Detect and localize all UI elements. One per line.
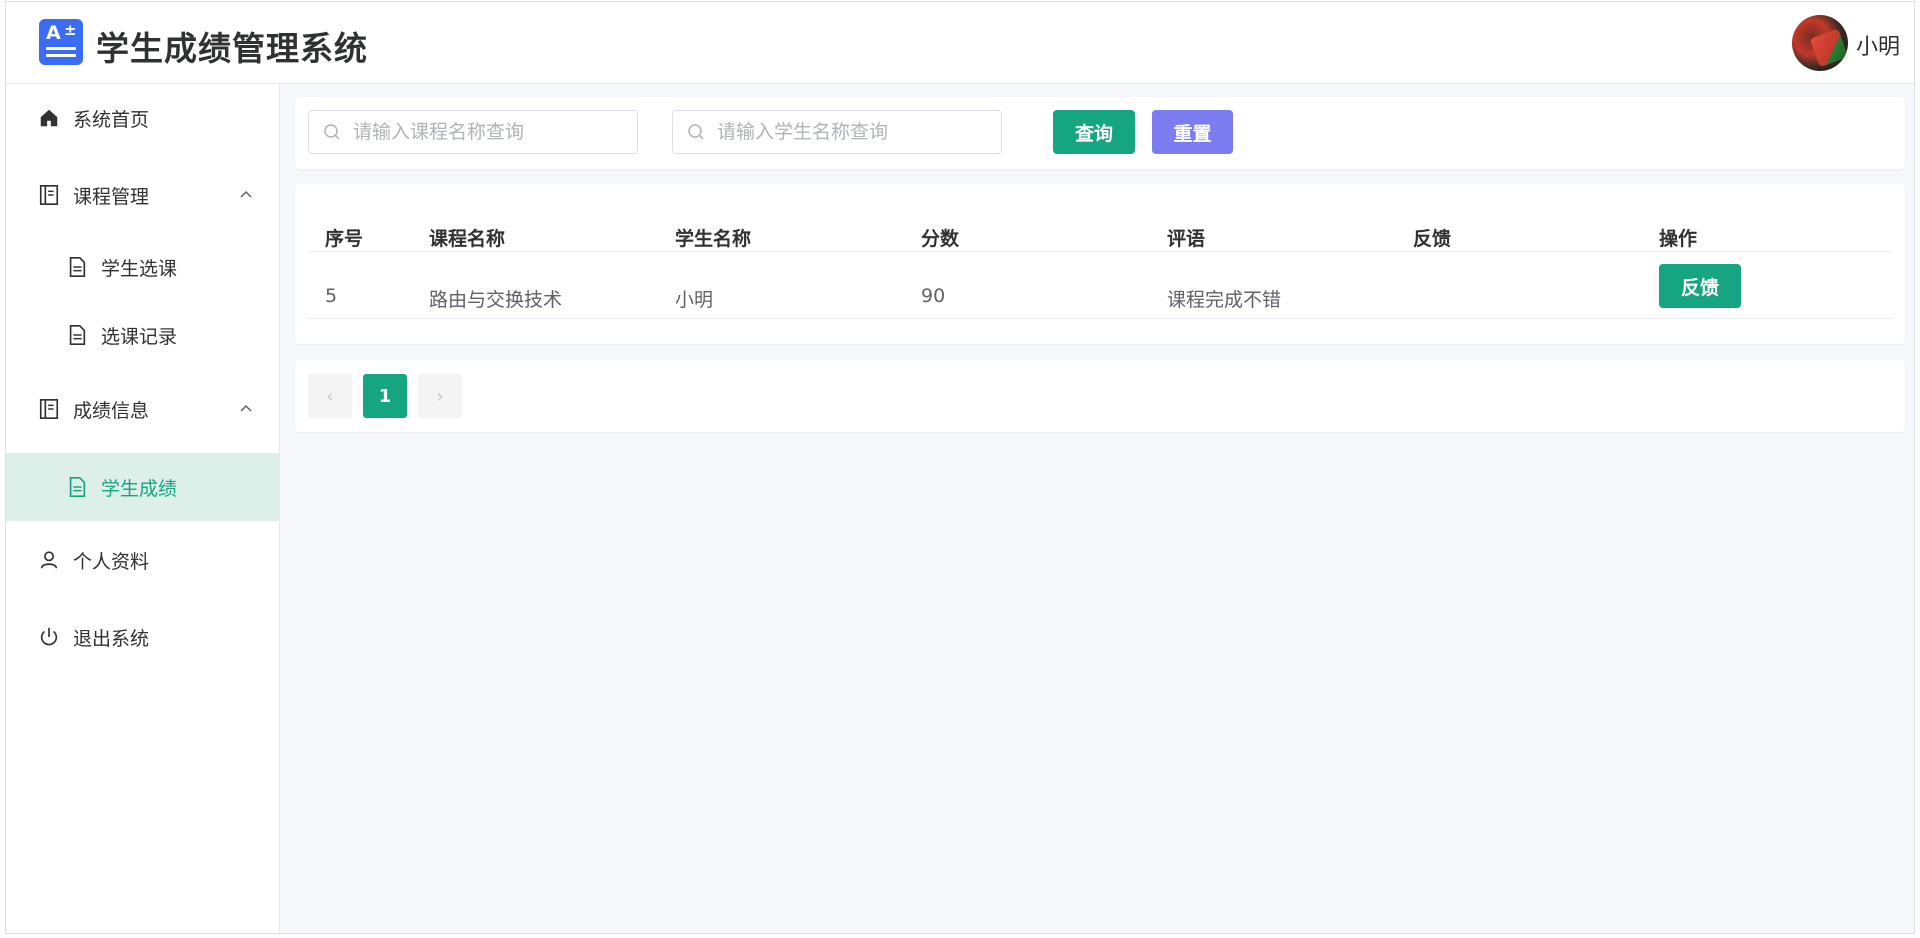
sidebar-item-logout[interactable]: 退出系统: [6, 603, 280, 671]
cell-score: 90: [921, 285, 946, 307]
row-divider: [307, 251, 1893, 252]
document-list-icon: [39, 399, 59, 419]
user-avatar[interactable]: [1792, 15, 1848, 71]
reset-button[interactable]: 重置: [1152, 110, 1233, 154]
document-icon: [69, 325, 86, 345]
chevron-up-icon: [240, 190, 252, 198]
sidebar: 系统首页 课程管理 学生选课 选课记录 成绩信息 学生成绩 个人资料 退出系统: [6, 84, 280, 933]
home-icon: [40, 109, 58, 127]
sidebar-item-label: 个人资料: [73, 550, 150, 573]
feedback-button[interactable]: 反馈: [1659, 264, 1741, 308]
sidebar-group-course-mgmt[interactable]: 课程管理: [6, 161, 280, 229]
cell-student: 小明: [675, 289, 714, 311]
app-logo-icon: A ±: [39, 19, 83, 65]
sidebar-item-label: 成绩信息: [73, 399, 150, 422]
sidebar-group-grade-info[interactable]: 成绩信息: [6, 375, 280, 443]
document-list-icon: [39, 185, 59, 205]
course-search-field[interactable]: [308, 110, 638, 154]
document-icon: [69, 257, 86, 277]
search-icon: [324, 124, 340, 140]
student-search-field[interactable]: [672, 110, 1002, 154]
sidebar-item-label: 系统首页: [73, 108, 150, 131]
column-header-comment: 评语: [1167, 228, 1206, 250]
student-search-input[interactable]: [717, 111, 997, 153]
chevron-up-icon: [240, 404, 252, 412]
power-icon: [40, 627, 58, 646]
column-header-id: 序号: [325, 228, 364, 250]
sidebar-item-home[interactable]: 系统首页: [6, 84, 280, 152]
search-card: 查询 重置: [295, 97, 1905, 169]
column-header-feedback: 反馈: [1413, 228, 1452, 250]
sidebar-item-profile[interactable]: 个人资料: [6, 526, 280, 594]
column-header-score: 分数: [921, 228, 960, 250]
sidebar-item-label: 学生选课: [101, 257, 178, 280]
sidebar-item-course-records[interactable]: 选课记录: [6, 301, 280, 369]
sidebar-item-student-grades[interactable]: 学生成绩: [6, 453, 280, 521]
cell-id: 5: [325, 285, 338, 307]
sidebar-item-label: 选课记录: [101, 325, 178, 348]
prev-page-button[interactable]: ‹: [308, 374, 352, 418]
sidebar-item-course-select[interactable]: 学生选课: [6, 233, 280, 301]
query-button[interactable]: 查询: [1053, 110, 1135, 154]
sidebar-item-label: 退出系统: [73, 627, 150, 650]
sidebar-item-label: 课程管理: [73, 185, 150, 208]
column-header-action: 操作: [1659, 228, 1698, 250]
page-number-button[interactable]: 1: [363, 374, 407, 418]
sidebar-item-label: 学生成绩: [101, 477, 178, 500]
grades-table: 序号 课程名称 学生名称 分数 评语 反馈 操作 5 路由与交换技术 小明 90…: [295, 184, 1905, 344]
top-header: A ± 学生成绩管理系统 小明: [6, 2, 1914, 84]
app-title: 学生成绩管理系统: [96, 29, 368, 68]
pagination: ‹ 1 ›: [295, 360, 1905, 432]
document-icon: [69, 477, 86, 497]
app-window: A± 学生成绩管理系统 小明 系统首页 课程管理 学生选课 选课记录 成绩信息: [5, 1, 1915, 934]
user-icon: [40, 551, 58, 569]
cell-comment: 课程完成不错: [1167, 289, 1282, 311]
column-header-course: 课程名称: [429, 228, 506, 250]
course-search-input[interactable]: [353, 111, 633, 153]
search-icon: [688, 124, 704, 140]
username-label[interactable]: 小明: [1856, 29, 1900, 61]
column-header-student: 学生名称: [675, 228, 752, 250]
cell-course: 路由与交换技术: [429, 289, 563, 311]
row-divider: [307, 318, 1893, 319]
next-page-button[interactable]: ›: [418, 374, 462, 418]
